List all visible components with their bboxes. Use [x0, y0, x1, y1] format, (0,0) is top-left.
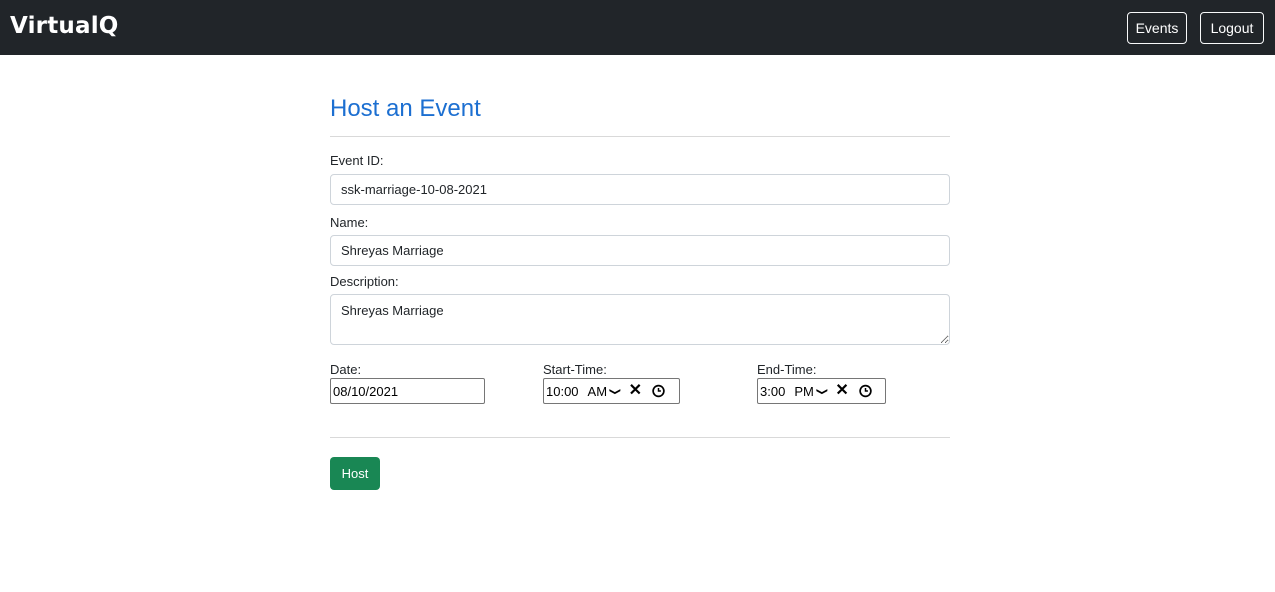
event-id-label: Event ID:	[330, 153, 384, 168]
clock-icon[interactable]	[652, 384, 665, 398]
start-time-input[interactable]: 10:00 AM ❯ ✕	[543, 378, 680, 404]
clock-icon[interactable]	[859, 384, 872, 398]
date-value: 08/10/2021	[333, 383, 399, 399]
date-label: Date:	[330, 362, 362, 377]
chevron-down-icon[interactable]: ❯	[815, 387, 828, 395]
navbar: VirtualQ Events Logout	[0, 0, 1275, 55]
description-textarea[interactable]: Shreyas Marriage	[330, 294, 950, 345]
start-time-value: 10:00	[546, 383, 579, 399]
name-input[interactable]	[330, 235, 950, 266]
end-time-label: End-Time:	[757, 362, 817, 377]
name-label: Name:	[330, 215, 369, 230]
description-label: Description:	[330, 274, 399, 289]
close-icon[interactable]: ✕	[835, 383, 848, 399]
chevron-down-icon[interactable]: ❯	[608, 387, 621, 395]
event-id-input[interactable]	[330, 174, 950, 205]
events-button[interactable]: Events	[1127, 12, 1187, 44]
start-time-label: Start-Time:	[543, 362, 607, 377]
page-title: Host an Event	[330, 95, 481, 122]
start-time-ampm: AM	[587, 383, 608, 399]
end-time-ampm: PM	[794, 383, 814, 399]
divider	[330, 136, 950, 137]
close-icon[interactable]: ✕	[629, 383, 642, 399]
end-time-input[interactable]: 3:00 PM ❯ ✕	[757, 378, 886, 404]
divider	[330, 437, 950, 438]
host-button[interactable]: Host	[330, 457, 380, 490]
date-input[interactable]: 08/10/2021	[330, 378, 485, 404]
brand-logo[interactable]: VirtualQ	[10, 13, 119, 39]
logout-button[interactable]: Logout	[1200, 12, 1264, 44]
end-time-value: 3:00	[760, 383, 786, 399]
